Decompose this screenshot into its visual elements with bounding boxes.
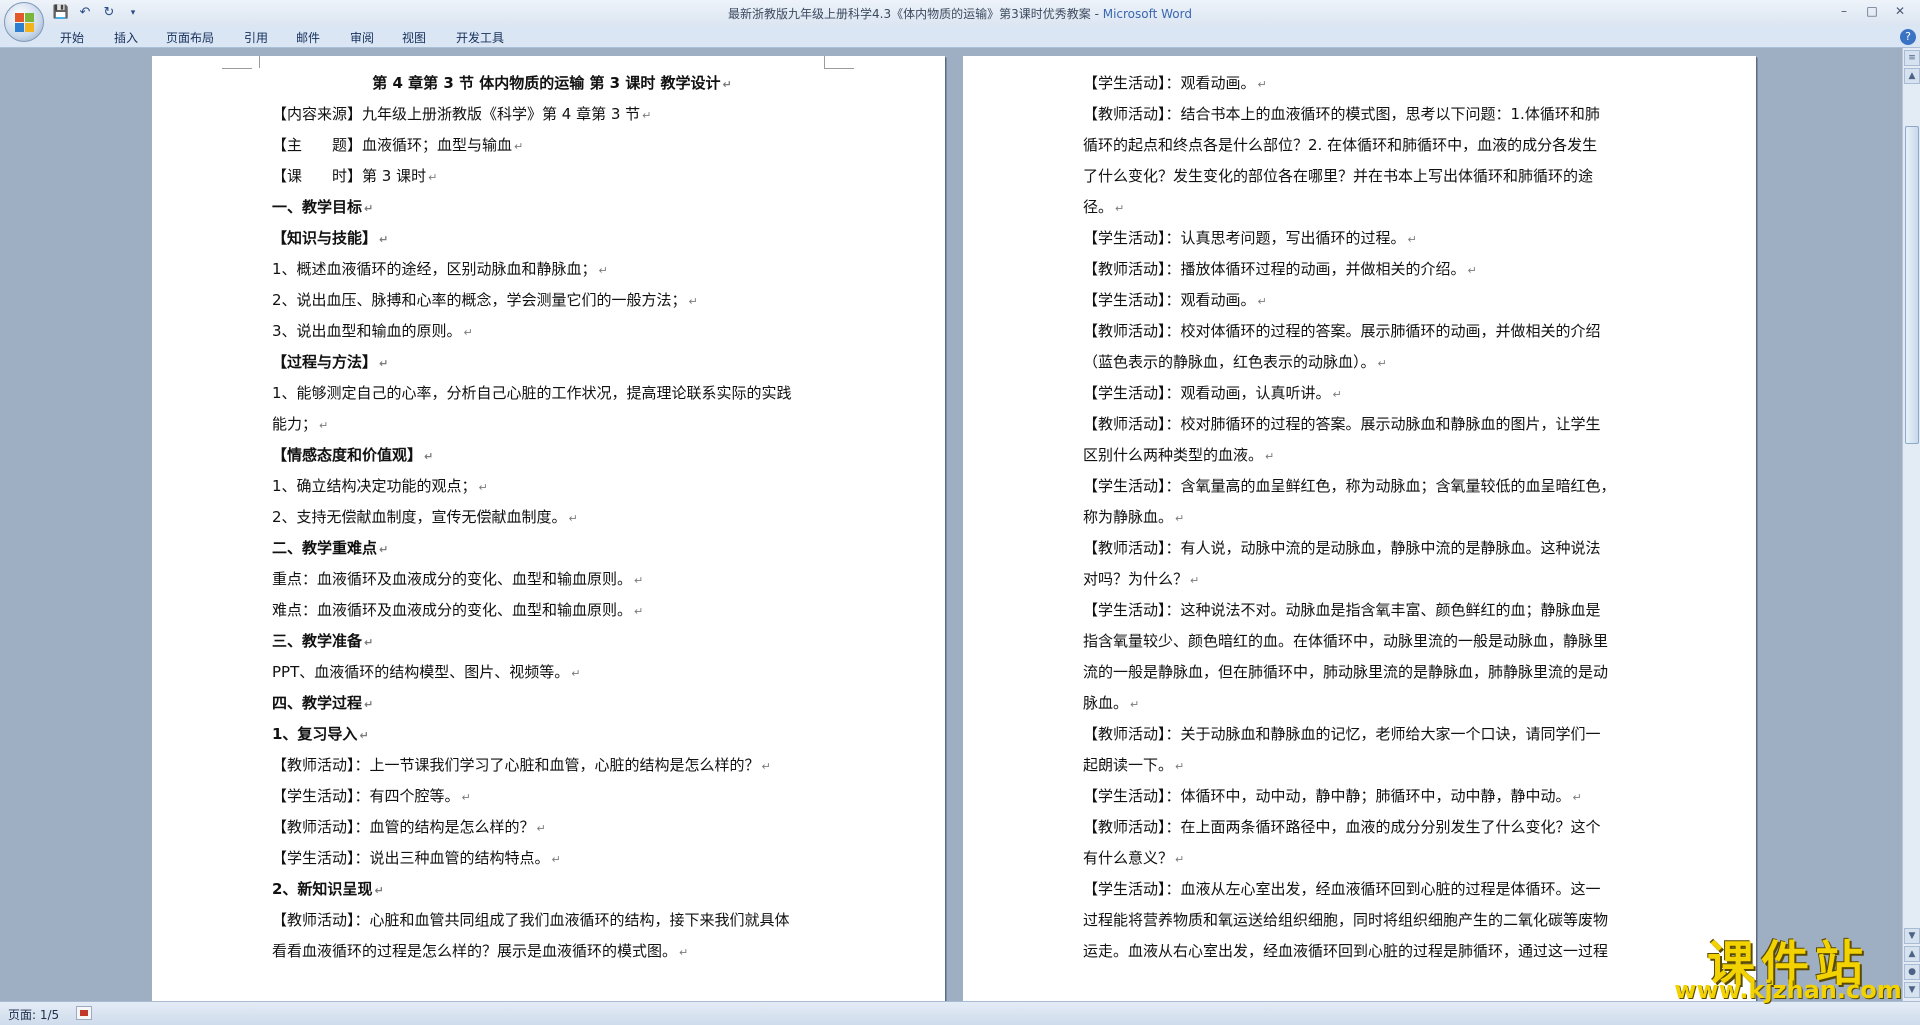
crop-mark (824, 68, 854, 69)
document-name: 最新浙教版九年级上册科学4.3《体内物质的运输》第3课时优秀教案 (728, 7, 1091, 21)
document-page-2: 【学生活动】：观看动画。 ↵ 【教师活动】：结合书本上的血液循环的模式图，思考以下… (963, 56, 1756, 1001)
paragraph[interactable]: 【学生活动】：说出三种血管的结构特点。 ↵ (272, 847, 561, 869)
subsection-heading[interactable]: 【知识与技能】 ↵ (272, 227, 388, 249)
section-heading[interactable]: 四、教学过程 ↵ (272, 692, 373, 714)
paragraph[interactable]: 脉血。 ↵ (1083, 692, 1139, 714)
tab-home[interactable]: 开始 (60, 29, 84, 46)
paragraph[interactable]: 循环的起点和终点各是什么部位？2. 在体循环和肺循环中，血液的成分各发生 (1083, 134, 1597, 156)
tab-mailings[interactable]: 邮件 (296, 29, 320, 46)
paragraph[interactable]: 重点：血液循环及血液成分的变化、血型和输血原则。 ↵ (272, 568, 643, 590)
paragraph[interactable]: 径。 ↵ (1083, 196, 1124, 218)
status-bar: 页面: 1/5 (0, 1001, 1920, 1025)
paragraph[interactable]: 【学生活动】：有四个腔等。 ↵ (272, 785, 471, 807)
paragraph[interactable]: 1、确立结构决定功能的观点； ↵ (272, 475, 488, 497)
tab-developer[interactable]: 开发工具 (456, 29, 504, 46)
paragraph[interactable]: 【内容来源】九年级上册浙教版《科学》第 4 章第 3 节 ↵ (272, 103, 651, 125)
paragraph[interactable]: 【教师活动】：校对体循环的过程的答案。展示肺循环的动画，并做相关的介绍 (1083, 320, 1601, 342)
paragraph[interactable]: 1、能够测定自己的心率，分析自己心脏的工作状况，提高理论联系实际的实践 (272, 382, 792, 404)
paragraph[interactable]: 了什么变化？发生变化的部位各在哪里？并在书本上写出体循环和肺循环的途 (1083, 165, 1593, 187)
paragraph[interactable]: 【学生活动】：血液从左心室出发，经血液循环回到心脏的过程是体循环。这一 (1083, 878, 1601, 900)
paragraph[interactable]: 【学生活动】：认真思考问题，写出循环的过程。 ↵ (1083, 227, 1417, 249)
proofing-icon[interactable] (76, 1006, 92, 1020)
close-icon[interactable]: ✕ (1888, 2, 1912, 20)
subsection-heading[interactable]: 2、新知识呈现 ↵ (272, 878, 384, 900)
tab-view[interactable]: 视图 (402, 29, 426, 46)
title-bar: 💾 ↶ ↻ ▾ 最新浙教版九年级上册科学4.3《体内物质的运输》第3课时优秀教案… (0, 0, 1920, 26)
window-title: 最新浙教版九年级上册科学4.3《体内物质的运输》第3课时优秀教案 - Micro… (728, 7, 1192, 21)
paragraph[interactable]: 【教师活动】：有人说，动脉中流的是动脉血，静脉中流的是静脉血。这种说法 (1083, 537, 1601, 559)
subsection-heading[interactable]: 【情感态度和价值观】 ↵ (272, 444, 433, 466)
paragraph[interactable]: 称为静脉血。 ↵ (1083, 506, 1184, 528)
paragraph[interactable]: 起朗读一下。 ↵ (1083, 754, 1184, 776)
paragraph[interactable]: 流的一般是静脉血，但在肺循环中，肺动脉里流的是静脉血，肺静脉里流的是动 (1083, 661, 1608, 683)
paragraph[interactable]: PPT、血液循环的结构模型、图片、视频等。 ↵ (272, 661, 580, 683)
paragraph[interactable]: 【教师活动】：校对肺循环的过程的答案。展示动脉血和静脉血的图片，让学生 (1083, 413, 1601, 435)
paragraph[interactable]: 区别什么两种类型的血液。 ↵ (1083, 444, 1274, 466)
subsection-heading[interactable]: 【过程与方法】 ↵ (272, 351, 388, 373)
ruler-toggle-icon[interactable]: ≡ (1904, 50, 1920, 66)
maximize-icon[interactable]: □ (1860, 2, 1884, 20)
crop-mark (240, 56, 260, 68)
paragraph[interactable]: 过程能将营养物质和氧运送给组织细胞，同时将组织细胞产生的二氧化碳等废物 (1083, 909, 1608, 931)
paragraph[interactable]: 【教师活动】：播放体循环过程的动画，并做相关的介绍。 ↵ (1083, 258, 1477, 280)
paragraph[interactable]: 【教师活动】：在上面两条循环路径中，血液的成分分别发生了什么变化？这个 (1083, 816, 1601, 838)
office-button[interactable] (4, 2, 44, 42)
paragraph[interactable]: 【学生活动】：这种说法不对。动脉血是指含氧丰富、颜色鲜红的血；静脉血是 (1083, 599, 1601, 621)
section-heading[interactable]: 三、教学准备 ↵ (272, 630, 373, 652)
page-count[interactable]: 页面: 1/5 (8, 1006, 59, 1023)
paragraph[interactable]: 看看血液循环的过程是怎么样的？展示是血液循环的模式图。 ↵ (272, 940, 688, 962)
paragraph[interactable]: 2、说出血压、脉搏和心率的概念，学会测量它们的一般方法； ↵ (272, 289, 698, 311)
document-title[interactable]: 第 4 章第 3 节 体内物质的运输 第 3 课时 教学设计 ↵ (272, 72, 832, 94)
ribbon-tabs: 开始 插入 页面布局 引用 邮件 审阅 视图 开发工具 ? (0, 26, 1920, 48)
tab-references[interactable]: 引用 (244, 29, 268, 46)
paragraph[interactable]: 能力； ↵ (272, 413, 328, 435)
document-page-1: 第 4 章第 3 节 体内物质的运输 第 3 课时 教学设计 ↵ 【内容来源】九年… (152, 56, 945, 1001)
minimize-icon[interactable]: – (1832, 2, 1856, 20)
paragraph[interactable]: 【教师活动】：心脏和血管共同组成了我们血液循环的结构，接下来我们就具体 (272, 909, 790, 931)
help-icon[interactable]: ? (1900, 29, 1916, 45)
vertical-scrollbar[interactable]: ≡ ▲ ▼ ▲ ● ▼ (1902, 48, 1920, 1001)
paragraph[interactable]: 【学生活动】：观看动画。 ↵ (1083, 72, 1267, 94)
section-heading[interactable]: 一、教学目标 ↵ (272, 196, 373, 218)
paragraph[interactable]: 【主 题】血液循环；血型与输血 ↵ (272, 134, 523, 156)
section-heading[interactable]: 二、教学重难点 ↵ (272, 537, 388, 559)
paragraph[interactable]: 【学生活动】：观看动画。 ↵ (1083, 289, 1267, 311)
watermark-url: www.kjzhan.com (1674, 976, 1902, 1004)
paragraph[interactable]: 难点：血液循环及血液成分的变化、血型和输血原则。 ↵ (272, 599, 643, 621)
office-logo-icon (15, 13, 35, 33)
paragraph[interactable]: 运走。血液从右心室出发，经血液循环回到心脏的过程是肺循环，通过这一过程 (1083, 940, 1608, 962)
app-name: Microsoft Word (1102, 7, 1192, 21)
document-area: 第 4 章第 3 节 体内物质的运输 第 3 课时 教学设计 ↵ 【内容来源】九年… (0, 48, 1902, 1001)
tab-review[interactable]: 审阅 (350, 29, 374, 46)
crop-mark (824, 56, 844, 68)
paragraph[interactable]: 【学生活动】：观看动画，认真听讲。 ↵ (1083, 382, 1342, 404)
tab-page-layout[interactable]: 页面布局 (166, 29, 214, 46)
paragraph[interactable]: 【学生活动】：含氧量高的血呈鲜红色，称为动脉血；含氧量较低的血呈暗红色， (1083, 475, 1616, 497)
tab-insert[interactable]: 插入 (114, 29, 138, 46)
paragraph[interactable]: 3、说出血型和输血的原则。 ↵ (272, 320, 473, 342)
scroll-up-icon[interactable]: ▲ (1904, 68, 1920, 84)
paragraph[interactable]: 指含氧量较少、颜色暗红的血。在体循环中，动脉里流的一般是动脉血，静脉里 (1083, 630, 1608, 652)
paragraph[interactable]: 对吗？为什么？ ↵ (1083, 568, 1199, 590)
paragraph[interactable]: 有什么意义？ ↵ (1083, 847, 1184, 869)
paragraph[interactable]: 【课 时】第 3 课时 ↵ (272, 165, 437, 187)
paragraph[interactable]: （蓝色表示的静脉血，红色表示的动脉血）。 ↵ (1083, 351, 1387, 373)
paragraph[interactable]: 1、概述血液循环的途经，区别动脉血和静脉血； ↵ (272, 258, 608, 280)
paragraph[interactable]: 2、支持无偿献血制度，宣传无偿献血制度。 ↵ (272, 506, 578, 528)
watermark-logo: 课件站 www.kjzhan.com (1668, 924, 1908, 1004)
subsection-heading[interactable]: 1、复习导入 ↵ (272, 723, 369, 745)
paragraph[interactable]: 【教师活动】：血管的结构是怎么样的？ ↵ (272, 816, 546, 838)
paragraph[interactable]: 【教师活动】：上一节课我们学习了心脏和血管，心脏的结构是怎么样的？ ↵ (272, 754, 771, 776)
paragraph[interactable]: 【教师活动】：结合书本上的血液循环的模式图，思考以下问题：1.体循环和肺 (1083, 103, 1600, 125)
scrollbar-thumb[interactable] (1905, 126, 1919, 444)
paragraph[interactable]: 【学生活动】：体循环中，动中动，静中静；肺循环中，动中静，静中动。 ↵ (1083, 785, 1582, 807)
crop-mark (222, 68, 252, 69)
paragraph[interactable]: 【教师活动】：关于动脉血和静脉血的记忆，老师给大家一个口诀，请同学们一 (1083, 723, 1601, 745)
